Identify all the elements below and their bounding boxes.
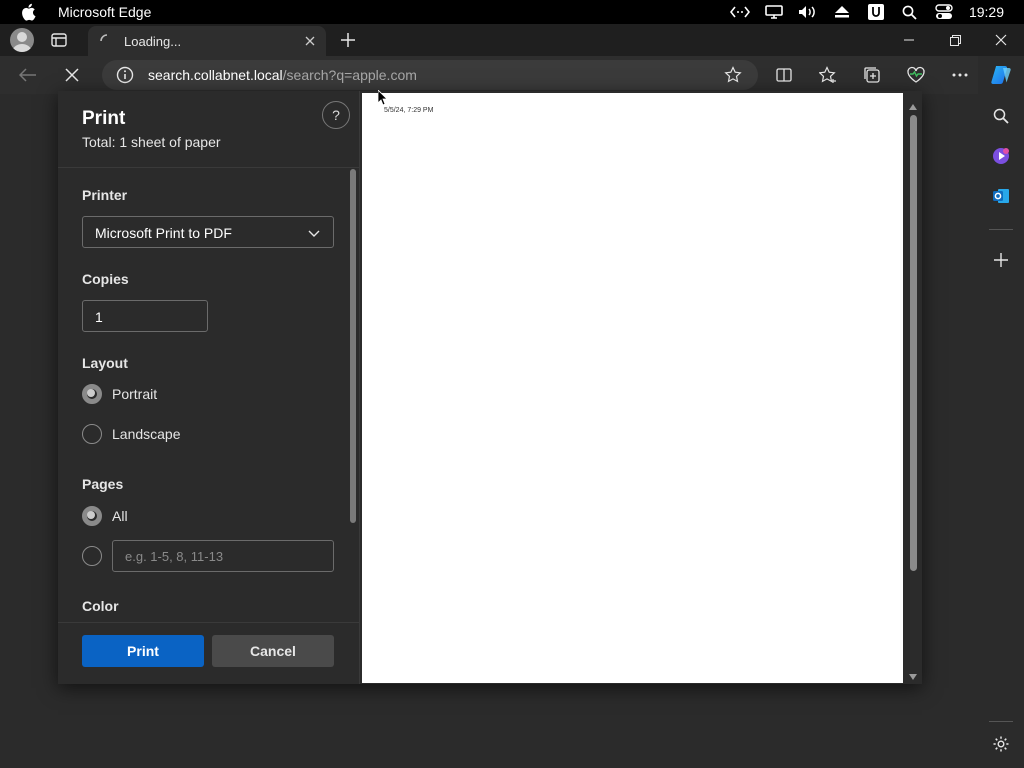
pages-all-radio[interactable] xyxy=(82,506,102,526)
app-name[interactable]: Microsoft Edge xyxy=(58,4,151,20)
macos-menu-bar: Microsoft Edge 19:29 xyxy=(0,0,1024,24)
sidebar-settings-icon[interactable] xyxy=(989,732,1013,756)
landscape-radio[interactable] xyxy=(82,424,102,444)
favorite-star-icon[interactable] xyxy=(724,66,742,84)
page-header-timestamp: 5/5/24, 7:29 PM xyxy=(384,107,434,114)
layout-label: Layout xyxy=(82,355,128,371)
help-icon: ? xyxy=(332,107,340,123)
copies-label: Copies xyxy=(82,271,129,287)
back-button[interactable] xyxy=(14,61,42,89)
print-button[interactable]: Print xyxy=(82,635,204,667)
menu-bar-clock[interactable]: 19:29 xyxy=(969,4,1004,20)
copies-value: 1 xyxy=(95,309,103,325)
loading-spinner-icon xyxy=(100,34,114,48)
control-center-icon[interactable] xyxy=(927,0,961,24)
sheet-count: Total: 1 sheet of paper xyxy=(82,134,221,150)
u-icon[interactable] xyxy=(859,0,893,24)
close-window-button[interactable] xyxy=(978,24,1024,56)
printer-select[interactable]: Microsoft Print to PDF xyxy=(82,216,334,248)
help-button[interactable]: ? xyxy=(322,101,350,129)
profile-avatar[interactable] xyxy=(10,28,34,52)
print-dialog-title: Print xyxy=(82,108,126,129)
sidebar-divider xyxy=(989,721,1013,722)
cancel-button[interactable]: Cancel xyxy=(212,635,334,667)
preview-scrollbar[interactable] xyxy=(904,91,922,684)
more-options-icon[interactable] xyxy=(946,61,974,89)
split-screen-icon[interactable] xyxy=(770,61,798,89)
stop-loading-button[interactable] xyxy=(58,61,86,89)
url-host: search.collabnet.local xyxy=(148,67,283,83)
tab-title: Loading... xyxy=(124,33,182,49)
pages-label: Pages xyxy=(82,476,124,492)
mouse-cursor-icon xyxy=(377,89,388,106)
sidebar-search-icon[interactable] xyxy=(989,104,1013,128)
address-bar[interactable]: search.collabnet.local/search?q=apple.co… xyxy=(102,60,758,90)
edge-sidebar xyxy=(978,56,1024,768)
tab-close-icon[interactable] xyxy=(302,33,318,49)
scroll-down-icon[interactable] xyxy=(909,667,917,685)
eject-icon[interactable] xyxy=(825,0,859,24)
new-tab-button[interactable] xyxy=(336,30,360,50)
preview-scroll-thumb[interactable] xyxy=(910,115,917,571)
browser-toolbar: search.collabnet.local/search?q=apple.co… xyxy=(0,56,1024,94)
browser-essentials-icon[interactable] xyxy=(902,61,930,89)
print-settings-panel: Print Total: 1 sheet of paper ? Printer … xyxy=(58,91,360,684)
print-settings-scroll[interactable]: Printer Microsoft Print to PDF Copies 1 … xyxy=(58,168,360,622)
printer-value: Microsoft Print to PDF xyxy=(95,225,232,241)
tab-actions-menu-icon[interactable] xyxy=(48,30,70,50)
tab-active[interactable]: Loading... xyxy=(88,26,326,56)
minimize-button[interactable] xyxy=(886,24,932,56)
games-icon[interactable] xyxy=(989,144,1013,168)
chevron-down-icon xyxy=(307,226,321,240)
display-icon[interactable] xyxy=(757,0,791,24)
favorites-icon[interactable] xyxy=(814,61,842,89)
scroll-up-icon[interactable] xyxy=(909,97,917,115)
landscape-label[interactable]: Landscape xyxy=(112,426,181,442)
site-info-icon[interactable] xyxy=(116,66,134,84)
portrait-label[interactable]: Portrait xyxy=(112,386,157,402)
url-text[interactable]: search.collabnet.local/search?q=apple.co… xyxy=(148,67,417,83)
copies-input[interactable]: 1 xyxy=(82,300,208,332)
add-sidebar-app-icon[interactable] xyxy=(989,248,1013,272)
portrait-radio[interactable] xyxy=(82,384,102,404)
footer-divider xyxy=(58,622,360,623)
tab-strip: Loading... xyxy=(0,24,1024,56)
pages-range-placeholder: e.g. 1-5, 8, 11-13 xyxy=(125,549,224,564)
settings-scrollbar[interactable] xyxy=(350,169,356,523)
pages-range-input[interactable]: e.g. 1-5, 8, 11-13 xyxy=(112,540,334,572)
printer-label: Printer xyxy=(82,187,128,203)
pages-custom-radio[interactable] xyxy=(82,546,102,566)
print-dialog: Print Total: 1 sheet of paper ? Printer … xyxy=(58,91,922,684)
preview-page: 5/5/24, 7:29 PM xyxy=(362,93,903,683)
code-icon[interactable] xyxy=(723,0,757,24)
restore-button[interactable] xyxy=(932,24,978,56)
sidebar-divider xyxy=(989,229,1013,230)
color-label: Color xyxy=(82,598,119,614)
status-menu: 19:29 xyxy=(723,0,1024,24)
url-path: /search?q=apple.com xyxy=(282,67,417,83)
volume-icon[interactable] xyxy=(791,0,825,24)
search-icon[interactable] xyxy=(893,0,927,24)
copilot-icon[interactable] xyxy=(989,63,1013,87)
collections-icon[interactable] xyxy=(858,61,886,89)
outlook-icon[interactable] xyxy=(989,184,1013,208)
pages-all-label[interactable]: All xyxy=(112,508,128,524)
print-preview: 5/5/24, 7:29 PM xyxy=(360,91,922,684)
apple-menu-icon[interactable] xyxy=(20,3,40,21)
